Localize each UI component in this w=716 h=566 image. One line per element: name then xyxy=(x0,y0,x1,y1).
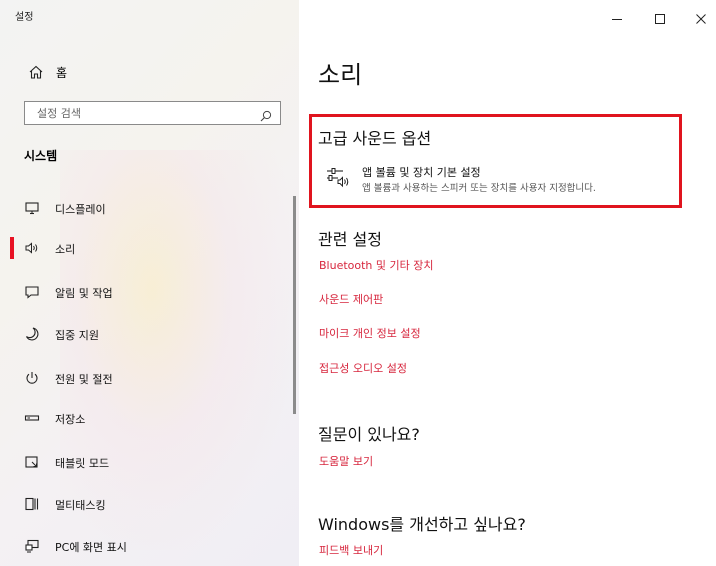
link-sound-control-panel[interactable]: 사운드 제어판 xyxy=(319,291,383,307)
sidebar-item-label: 저장소 xyxy=(55,413,86,426)
sidebar-item-label: 집중 지원 xyxy=(55,329,99,342)
sidebar-item-label: PC에 화면 표시 xyxy=(55,541,127,554)
storage-icon xyxy=(24,410,40,426)
sidebar-item-label: 소리 xyxy=(55,243,76,256)
settings-search[interactable] xyxy=(24,101,281,125)
notification-icon xyxy=(24,284,40,300)
sidebar-item-display[interactable]: 디스플레이 xyxy=(0,188,299,228)
multitasking-icon xyxy=(24,496,40,512)
search-icon[interactable] xyxy=(260,107,272,122)
sidebar: 설정 홈 시스템 디스플레이 xyxy=(0,0,299,566)
main-content: 소리 고급 사운드 옵션 앱 볼륨 및 장치 기본 설정 앱 볼륨과 사용하는 … xyxy=(299,0,716,566)
sidebar-item-label: 전원 및 절전 xyxy=(55,373,113,386)
app-volume-title: 앱 볼륨 및 장치 기본 설정 xyxy=(362,166,481,179)
improve-windows-heading: Windows를 개선하고 싶나요? xyxy=(318,515,526,534)
power-icon xyxy=(24,370,40,386)
link-bluetooth-devices[interactable]: Bluetooth 및 기타 장치 xyxy=(319,257,434,273)
project-icon xyxy=(24,538,40,554)
display-icon xyxy=(24,200,40,216)
advanced-sound-heading: 고급 사운드 옵션 xyxy=(318,129,432,148)
sidebar-scrollbar[interactable] xyxy=(293,196,296,414)
home-label: 홈 xyxy=(56,66,68,80)
app-volume-device-preferences[interactable]: 앱 볼륨 및 장치 기본 설정 앱 볼륨과 사용하는 스피커 또는 장치를 사용… xyxy=(325,160,675,200)
link-microphone-privacy[interactable]: 마이크 개인 정보 설정 xyxy=(319,325,421,341)
sidebar-item-multitasking[interactable]: 멀티태스킹 xyxy=(0,484,299,524)
sidebar-item-label: 알림 및 작업 xyxy=(55,287,113,300)
mixer-icon xyxy=(325,165,351,189)
sidebar-item-power[interactable]: 전원 및 절전 xyxy=(0,358,299,398)
question-heading: 질문이 있나요? xyxy=(318,425,420,444)
sidebar-item-focus-assist[interactable]: 집중 지원 xyxy=(0,314,299,354)
section-title: 시스템 xyxy=(24,149,58,163)
speaker-icon xyxy=(24,240,40,256)
sidebar-item-storage[interactable]: 저장소 xyxy=(0,398,299,438)
link-accessibility-audio[interactable]: 접근성 오디오 설정 xyxy=(319,360,407,376)
sidebar-item-label: 멀티태스킹 xyxy=(55,499,106,512)
sidebar-item-label: 태블릿 모드 xyxy=(55,457,110,470)
sidebar-item-tablet-mode[interactable]: 태블릿 모드 xyxy=(0,442,299,482)
sidebar-item-project-to-pc[interactable]: PC에 화면 표시 xyxy=(0,526,299,566)
tablet-icon xyxy=(24,454,40,470)
link-give-feedback[interactable]: 피드백 보내기 xyxy=(319,542,383,558)
search-input[interactable] xyxy=(25,102,250,124)
settings-window: 설정 홈 시스템 디스플레이 xyxy=(0,0,716,566)
link-get-help[interactable]: 도움말 보기 xyxy=(319,453,373,469)
home-icon xyxy=(28,64,44,80)
sidebar-item-label: 디스플레이 xyxy=(55,203,106,216)
sidebar-item-sound[interactable]: 소리 xyxy=(0,228,299,268)
home-nav-item[interactable]: 홈 xyxy=(0,54,299,90)
window-title: 설정 xyxy=(15,12,34,23)
related-settings-heading: 관련 설정 xyxy=(318,230,382,249)
app-volume-description: 앱 볼륨과 사용하는 스피커 또는 장치를 사용자 지정합니다. xyxy=(362,183,596,194)
moon-icon xyxy=(24,326,40,342)
sidebar-item-notifications[interactable]: 알림 및 작업 xyxy=(0,272,299,312)
page-title: 소리 xyxy=(318,61,363,89)
